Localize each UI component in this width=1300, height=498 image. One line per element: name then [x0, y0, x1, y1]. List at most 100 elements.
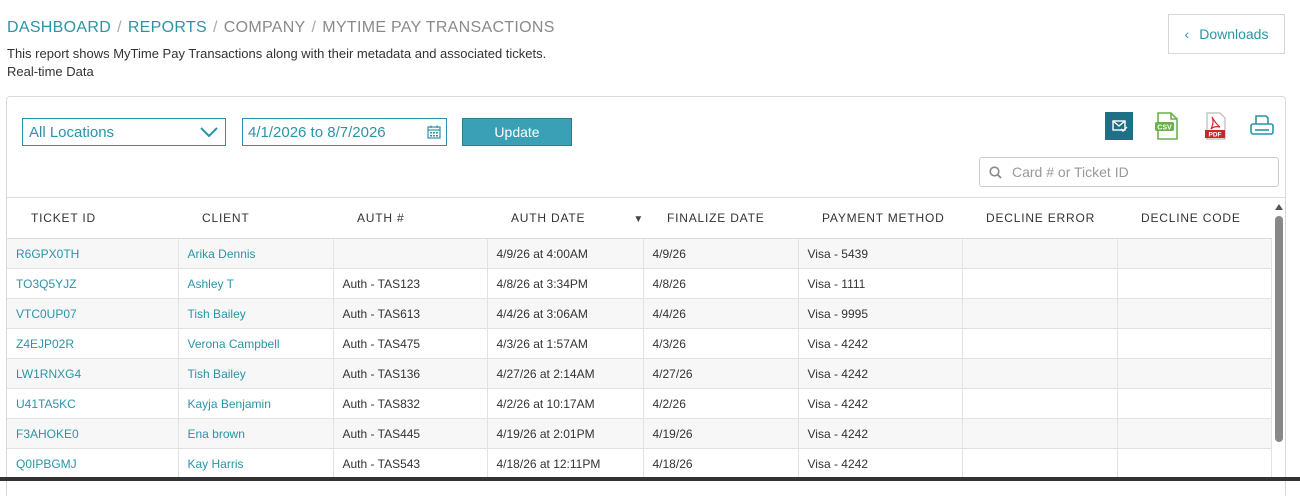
- cell-finalize-date: 4/2/26: [643, 388, 799, 419]
- cell-auth-number: Auth - TAS475: [333, 328, 488, 359]
- breadcrumb-dashboard[interactable]: DASHBOARD: [7, 19, 111, 36]
- cell-auth-date: 4/27/26 at 2:14AM: [487, 358, 644, 389]
- chevron-down-icon: [200, 127, 218, 138]
- cell-decline-error: [962, 448, 1118, 479]
- svg-text:CSV: CSV: [1157, 125, 1172, 132]
- table-row[interactable]: LW1RNXG4 Tish Bailey Auth - TAS136 4/27/26 …: [7, 358, 1272, 389]
- cell-decline-code: [1117, 358, 1272, 389]
- cell-ticket-id[interactable]: Q0IPBGMJ: [7, 448, 179, 479]
- breadcrumb-separator: /: [117, 19, 122, 36]
- table-row[interactable]: VTC0UP07 Tish Bailey Auth - TAS613 4/4/26 a…: [7, 298, 1272, 329]
- cell-finalize-date: 4/27/26: [643, 358, 799, 389]
- cell-decline-code: [1117, 328, 1272, 359]
- downloads-button[interactable]: ‹ Downloads: [1168, 14, 1285, 54]
- cell-payment-method: Visa - 4242: [798, 448, 963, 479]
- cell-decline-error: [962, 298, 1118, 329]
- column-header-decline-error[interactable]: DECLINE ERROR: [962, 198, 1117, 239]
- breadcrumb-reports[interactable]: REPORTS: [128, 19, 207, 36]
- report-panel: All Locations 4/1/2026 to 8/7/2026 Updat…: [6, 96, 1286, 496]
- table-header-row: TICKET ID CLIENT AUTH # AUTH DATE ▼ FINAL…: [7, 198, 1271, 239]
- cell-auth-number: Auth - TAS832: [333, 388, 488, 419]
- cell-payment-method: Visa - 4242: [798, 358, 963, 389]
- cell-finalize-date: 4/18/26: [643, 448, 799, 479]
- print-button[interactable]: [1247, 111, 1277, 141]
- cell-client[interactable]: Tish Bailey: [178, 358, 334, 389]
- breadcrumb-separator: /: [212, 19, 218, 36]
- cell-client[interactable]: Tish Bailey: [178, 298, 334, 329]
- cell-auth-number: Auth - TAS136: [333, 358, 488, 389]
- table-scrollbar[interactable]: [1272, 198, 1285, 498]
- cell-decline-code: [1117, 268, 1272, 299]
- scrollbar-thumb[interactable]: [1275, 216, 1283, 442]
- csv-export-button[interactable]: CSV: [1152, 111, 1182, 141]
- transactions-table: TICKET ID CLIENT AUTH # AUTH DATE ▼ FINAL…: [7, 198, 1272, 479]
- cell-auth-number: [333, 238, 488, 269]
- column-header-payment-method[interactable]: PAYMENT METHOD: [798, 198, 962, 239]
- cell-client[interactable]: Verona Campbell: [178, 328, 334, 359]
- column-header-ticket-id[interactable]: TICKET ID: [7, 198, 178, 239]
- cell-ticket-id[interactable]: Z4EJP02R: [7, 328, 179, 359]
- cell-ticket-id[interactable]: R6GPX0TH: [7, 238, 179, 269]
- date-range-input[interactable]: 4/1/2026 to 8/7/2026: [242, 118, 447, 146]
- cell-client[interactable]: Kayja Benjamin: [178, 388, 334, 419]
- cell-auth-date: 4/3/26 at 1:57AM: [487, 328, 644, 359]
- column-header-finalize-date[interactable]: FINALIZE DATE: [643, 198, 798, 239]
- cell-finalize-date: 4/8/26: [643, 268, 799, 299]
- cell-decline-error: [962, 238, 1118, 269]
- svg-text:PDF: PDF: [1209, 132, 1222, 139]
- cell-auth-date: 4/18/26 at 12:11PM: [487, 448, 644, 479]
- cell-ticket-id[interactable]: F3AHOKE0: [7, 418, 179, 449]
- cell-decline-error: [962, 388, 1118, 419]
- search-icon: [989, 166, 1002, 179]
- cell-auth-date: 4/8/26 at 3:34PM: [487, 268, 644, 299]
- cell-ticket-id[interactable]: LW1RNXG4: [7, 358, 179, 389]
- cell-client[interactable]: Kay Harris: [178, 448, 334, 479]
- update-button[interactable]: Update: [462, 118, 572, 146]
- location-select-value: All Locations: [29, 124, 115, 141]
- cell-decline-code: [1117, 388, 1272, 419]
- chevron-left-icon: ‹: [1184, 26, 1190, 42]
- cell-decline-code: [1117, 418, 1272, 449]
- table-row[interactable]: Z4EJP02R Verona Campbell Auth - TAS475 4/3/…: [7, 328, 1272, 359]
- cell-ticket-id[interactable]: U41TA5KC: [7, 388, 179, 419]
- column-header-decline-code[interactable]: DECLINE CODE: [1117, 198, 1271, 239]
- cell-decline-error: [962, 418, 1118, 449]
- breadcrumb: DASHBOARD / REPORTS / COMPANY / MYTIME PAY TRA…: [7, 19, 555, 37]
- sort-desc-icon: ▼: [633, 214, 645, 225]
- cell-payment-method: Visa - 9995: [798, 298, 963, 329]
- cell-ticket-id[interactable]: VTC0UP07: [7, 298, 179, 329]
- cell-auth-date: 4/9/26 at 4:00AM: [487, 238, 644, 269]
- breadcrumb-company[interactable]: COMPANY: [224, 19, 306, 36]
- column-header-auth-date[interactable]: AUTH DATE ▼: [487, 198, 643, 239]
- table-row[interactable]: Q0IPBGMJ Kay Harris Auth - TAS543 4/18/26 a…: [7, 448, 1272, 479]
- breadcrumb-current: MYTIME PAY TRANSACTIONS: [322, 19, 555, 36]
- cell-finalize-date: 4/19/26: [643, 418, 799, 449]
- location-select[interactable]: All Locations: [22, 118, 226, 146]
- cell-auth-number: Auth - TAS445: [333, 418, 488, 449]
- table-row[interactable]: U41TA5KC Kayja Benjamin Auth - TAS832 4/2/2…: [7, 388, 1272, 419]
- cell-auth-date: 4/4/26 at 3:06AM: [487, 298, 644, 329]
- cell-client[interactable]: Ashley T: [178, 268, 334, 299]
- cell-ticket-id[interactable]: TO3Q5YJZ: [7, 268, 179, 299]
- cell-client[interactable]: Ena brown: [178, 418, 334, 449]
- cell-payment-method: Visa - 5439: [798, 238, 963, 269]
- print-icon: [1250, 115, 1274, 135]
- cell-auth-number: Auth - TAS613: [333, 298, 488, 329]
- column-header-client[interactable]: CLIENT: [178, 198, 333, 239]
- table-row[interactable]: F3AHOKE0 Ena brown Auth - TAS445 4/19/26 at…: [7, 418, 1272, 449]
- search-input[interactable]: [1010, 163, 1264, 181]
- cell-client[interactable]: Arika Dennis: [178, 238, 334, 269]
- cell-decline-error: [962, 328, 1118, 359]
- bottom-divider: [0, 477, 1300, 481]
- table-row[interactable]: TO3Q5YJZ Ashley T Auth - TAS123 4/8/26 at 3…: [7, 268, 1272, 299]
- column-header-auth-number[interactable]: AUTH #: [333, 198, 487, 239]
- cell-finalize-date: 4/4/26: [643, 298, 799, 329]
- breadcrumb-separator: /: [311, 19, 317, 36]
- cell-payment-method: Visa - 1111: [798, 268, 963, 299]
- cell-finalize-date: 4/3/26: [643, 328, 799, 359]
- email-report-button[interactable]: [1104, 111, 1134, 141]
- scroll-up-icon[interactable]: [1275, 204, 1283, 210]
- pdf-export-button[interactable]: PDF: [1200, 111, 1230, 141]
- search-box: [979, 157, 1279, 187]
- table-row[interactable]: R6GPX0TH Arika Dennis 4/9/26 at 4:00AM 4/9/…: [7, 238, 1272, 269]
